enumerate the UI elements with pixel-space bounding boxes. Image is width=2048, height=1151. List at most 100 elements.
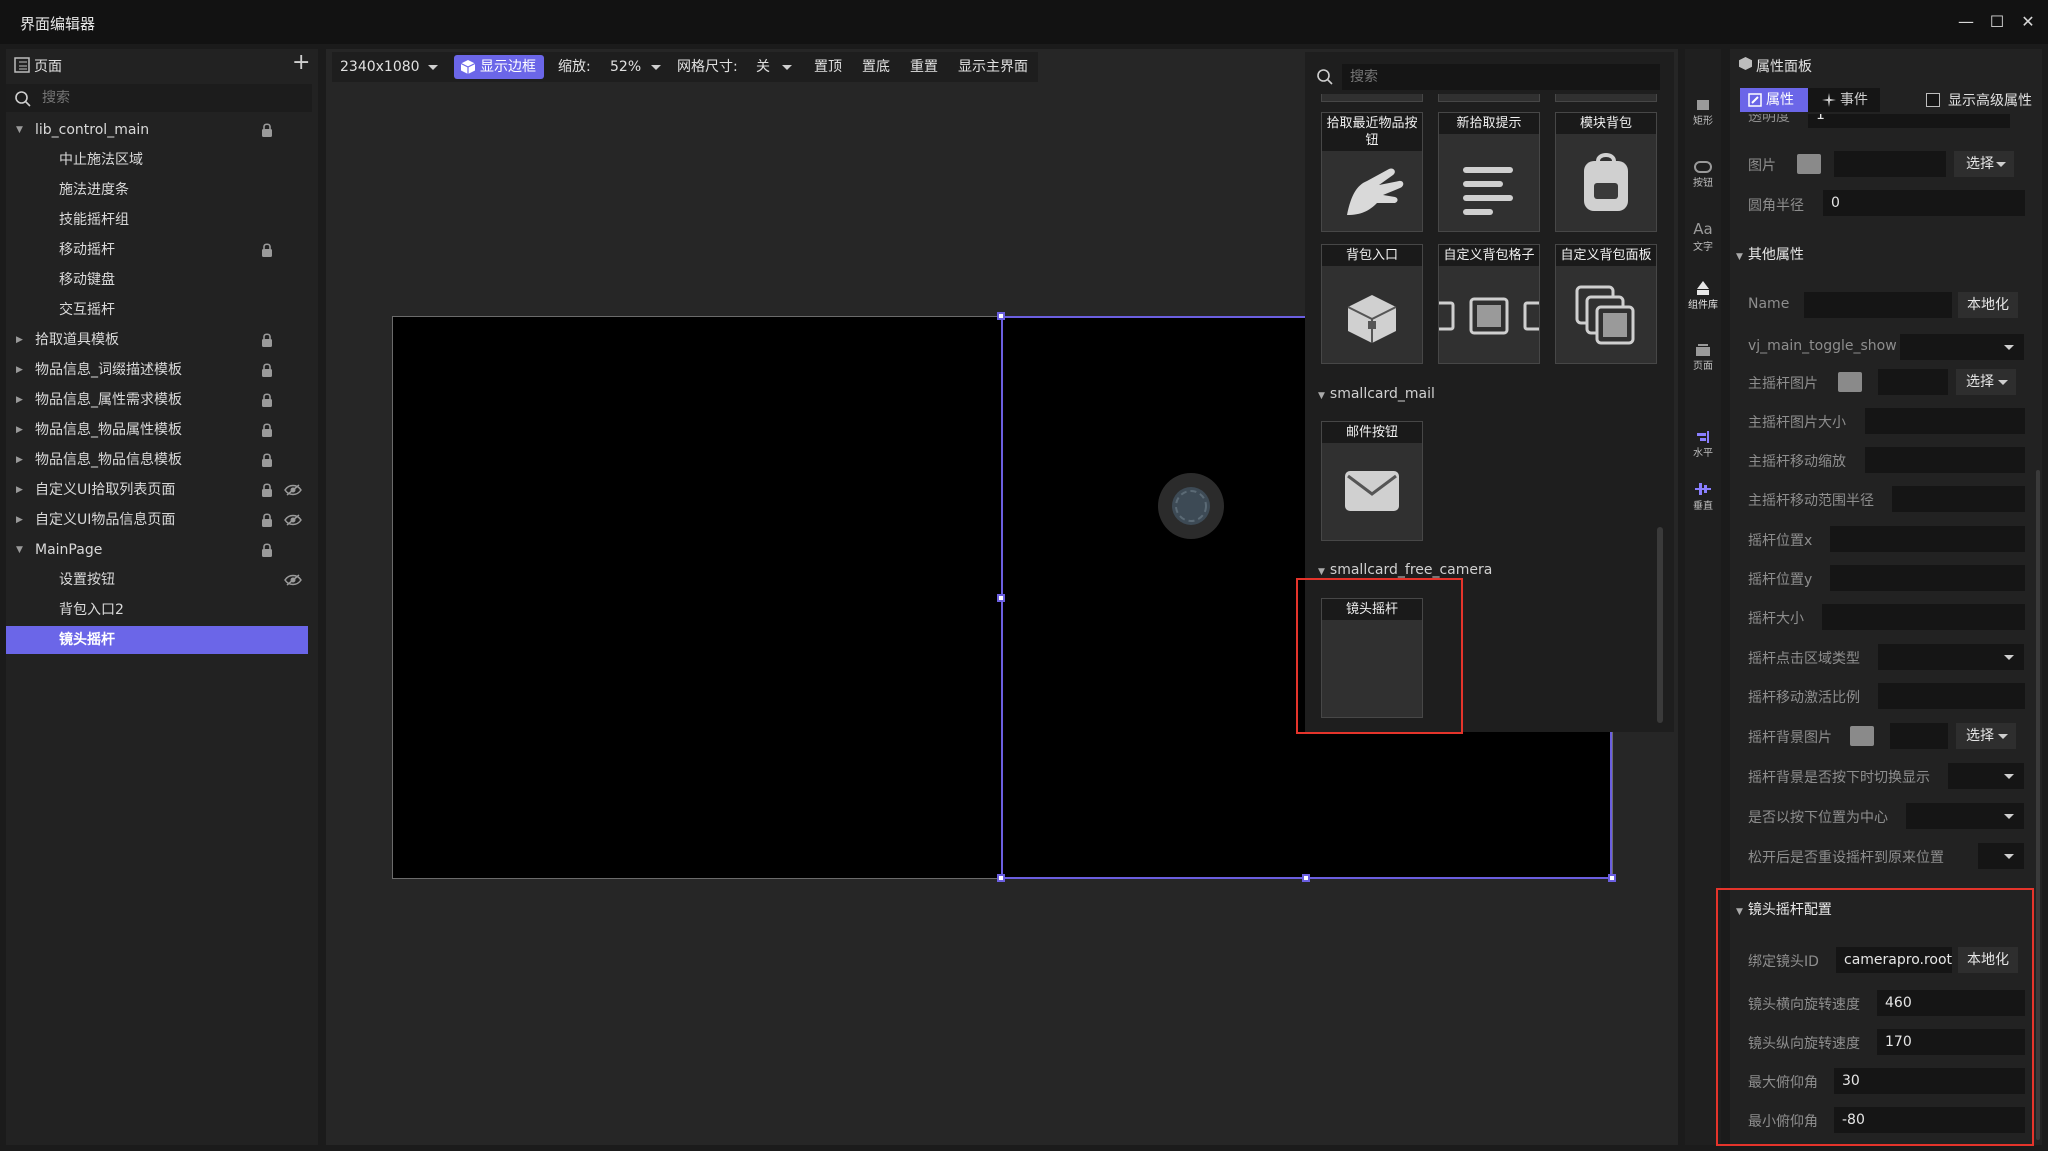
tree-item[interactable]: 移动键盘 xyxy=(6,266,308,294)
property-dropdown[interactable] xyxy=(1906,803,2024,829)
component-card-module-bag[interactable]: 模块背包 xyxy=(1555,112,1657,232)
image-select-button[interactable]: 选择 xyxy=(1956,369,2016,395)
chevron-right-icon[interactable]: ▶ xyxy=(16,386,26,414)
property-field[interactable] xyxy=(1878,683,2025,709)
add-page-button[interactable]: + xyxy=(292,50,310,75)
tree-item[interactable]: ▼ lib_control_main xyxy=(6,116,308,144)
reset-button[interactable]: 重置 xyxy=(910,52,938,82)
tree-item[interactable]: ▼ MainPage xyxy=(6,536,308,564)
toggle-show-dropdown[interactable] xyxy=(1900,334,2024,360)
tree-item[interactable]: 中止施法区域 xyxy=(6,146,308,174)
opacity-field[interactable]: 1 xyxy=(1808,114,2010,128)
tree-item[interactable]: 技能摇杆组 xyxy=(6,206,308,234)
component-card-bag-entry[interactable]: 背包入口 xyxy=(1321,244,1423,364)
show-border-toggle[interactable]: 显示边框 xyxy=(454,55,544,79)
rect-tool[interactable]: 矩形 xyxy=(1685,98,1721,127)
library-scrollbar[interactable] xyxy=(1657,527,1663,723)
tree-item[interactable]: ▶ 物品信息_物品属性模板 xyxy=(6,416,308,444)
text-tool[interactable]: Aa 文字 xyxy=(1685,220,1721,253)
group-mail-header[interactable]: ▼ smallcard_mail xyxy=(1318,386,1435,402)
other-section-header[interactable]: ▼ 其他属性 xyxy=(1736,244,1804,264)
chevron-down-icon[interactable]: ▼ xyxy=(16,116,26,144)
tree-item[interactable]: ▶ 拾取道具模板 xyxy=(6,326,308,354)
component-library-tool[interactable]: 组件库 xyxy=(1685,280,1721,311)
component-card-mail-button[interactable]: 邮件按钮 xyxy=(1321,421,1423,541)
send-to-bottom-button[interactable]: 置底 xyxy=(862,52,890,82)
properties-scrollbar[interactable] xyxy=(2036,470,2040,1140)
lock-icon[interactable] xyxy=(260,542,274,558)
component-card-new-pickup-tip[interactable]: 新拾取提示 xyxy=(1438,112,1540,232)
property-field[interactable] xyxy=(1830,565,2025,591)
image-select-button[interactable]: 选择 xyxy=(1956,723,2016,749)
show-main-ui-button[interactable]: 显示主界面 xyxy=(958,52,1028,82)
chevron-right-icon[interactable]: ▶ xyxy=(16,476,26,504)
page-search-input[interactable] xyxy=(42,86,302,110)
tab-events[interactable]: 事件 xyxy=(1818,88,1878,112)
chevron-right-icon[interactable]: ▶ xyxy=(16,416,26,444)
lock-icon[interactable] xyxy=(260,242,274,258)
eye-hidden-icon[interactable] xyxy=(284,483,302,497)
lock-icon[interactable] xyxy=(260,422,274,438)
joystick-widget[interactable] xyxy=(1157,472,1225,540)
advanced-checkbox[interactable] xyxy=(1926,93,1940,107)
name-field[interactable] xyxy=(1804,292,1952,318)
property-field[interactable] xyxy=(1865,447,2025,473)
lock-icon[interactable] xyxy=(260,362,274,378)
resize-handle[interactable] xyxy=(1302,874,1310,882)
tree-item[interactable]: ▶ 物品信息_属性需求模板 xyxy=(6,386,308,414)
group-free-camera-header[interactable]: ▼ smallcard_free_camera xyxy=(1318,562,1492,578)
resize-handle[interactable] xyxy=(997,874,1005,882)
chevron-right-icon[interactable]: ▶ xyxy=(16,446,26,474)
property-field[interactable] xyxy=(1865,408,2025,434)
resize-handle[interactable] xyxy=(997,312,1005,320)
grid-size-select[interactable]: 关 xyxy=(756,52,792,82)
close-button[interactable]: ✕ xyxy=(2016,10,2040,34)
image-field[interactable] xyxy=(1834,151,1946,177)
bring-to-top-button[interactable]: 置顶 xyxy=(814,52,842,82)
property-field[interactable] xyxy=(1892,486,2025,512)
align-horizontal-tool[interactable]: 水平 xyxy=(1685,430,1721,459)
tab-properties[interactable]: 属性 xyxy=(1740,88,1808,112)
tree-item[interactable]: ▶ 物品信息_词缀描述模板 xyxy=(6,356,308,384)
component-card-custom-bag-panel[interactable]: 自定义背包面板 xyxy=(1555,244,1657,364)
property-field[interactable] xyxy=(1830,526,2025,552)
radius-field[interactable]: 0 xyxy=(1823,190,2025,216)
lock-icon[interactable] xyxy=(260,512,274,528)
tree-item[interactable]: 交互摇杆 xyxy=(6,296,308,324)
resize-handle[interactable] xyxy=(997,594,1005,602)
chevron-down-icon[interactable]: ▼ xyxy=(16,536,26,564)
resolution-select[interactable]: 2340x1080 xyxy=(340,52,438,82)
minimize-button[interactable]: — xyxy=(1954,10,1978,34)
lock-icon[interactable] xyxy=(260,392,274,408)
tree-item[interactable]: ▶ 自定义UI物品信息页面 xyxy=(6,506,308,534)
property-dropdown[interactable] xyxy=(1978,843,2024,869)
image-field[interactable] xyxy=(1878,369,1948,395)
chevron-right-icon[interactable]: ▶ xyxy=(16,506,26,534)
property-dropdown[interactable] xyxy=(1948,763,2024,789)
eye-hidden-icon[interactable] xyxy=(284,573,302,587)
tree-item[interactable]: 设置按钮 xyxy=(6,566,308,594)
zoom-select[interactable]: 52% xyxy=(610,52,662,82)
tree-item[interactable]: 移动摇杆 xyxy=(6,236,308,264)
name-localize-button[interactable]: 本地化 xyxy=(1958,292,2018,318)
property-dropdown[interactable] xyxy=(1878,644,2024,670)
tree-item-selected[interactable]: 镜头摇杆 xyxy=(6,626,308,654)
chevron-right-icon[interactable]: ▶ xyxy=(16,356,26,384)
button-tool[interactable]: 按钮 xyxy=(1685,160,1721,189)
library-search-input[interactable] xyxy=(1342,64,1660,90)
component-card-custom-bag-slot[interactable]: 自定义背包格子 xyxy=(1438,244,1540,364)
page-tool[interactable]: 页面 xyxy=(1685,343,1721,372)
lock-icon[interactable] xyxy=(260,332,274,348)
lock-icon[interactable] xyxy=(260,452,274,468)
tree-item[interactable]: 施法进度条 xyxy=(6,176,308,204)
eye-hidden-icon[interactable] xyxy=(284,513,302,527)
tree-item[interactable]: ▶ 自定义UI拾取列表页面 xyxy=(6,476,308,504)
lock-icon[interactable] xyxy=(260,482,274,498)
chevron-right-icon[interactable]: ▶ xyxy=(16,326,26,354)
maximize-button[interactable]: ☐ xyxy=(1985,10,2009,34)
property-field[interactable] xyxy=(1822,604,2025,630)
component-card-pickup-nearest[interactable]: 拾取最近物品按钮 xyxy=(1321,112,1423,232)
tree-item[interactable]: 背包入口2 xyxy=(6,596,308,624)
align-vertical-tool[interactable]: 垂直 xyxy=(1685,481,1721,512)
resize-handle[interactable] xyxy=(1608,874,1616,882)
